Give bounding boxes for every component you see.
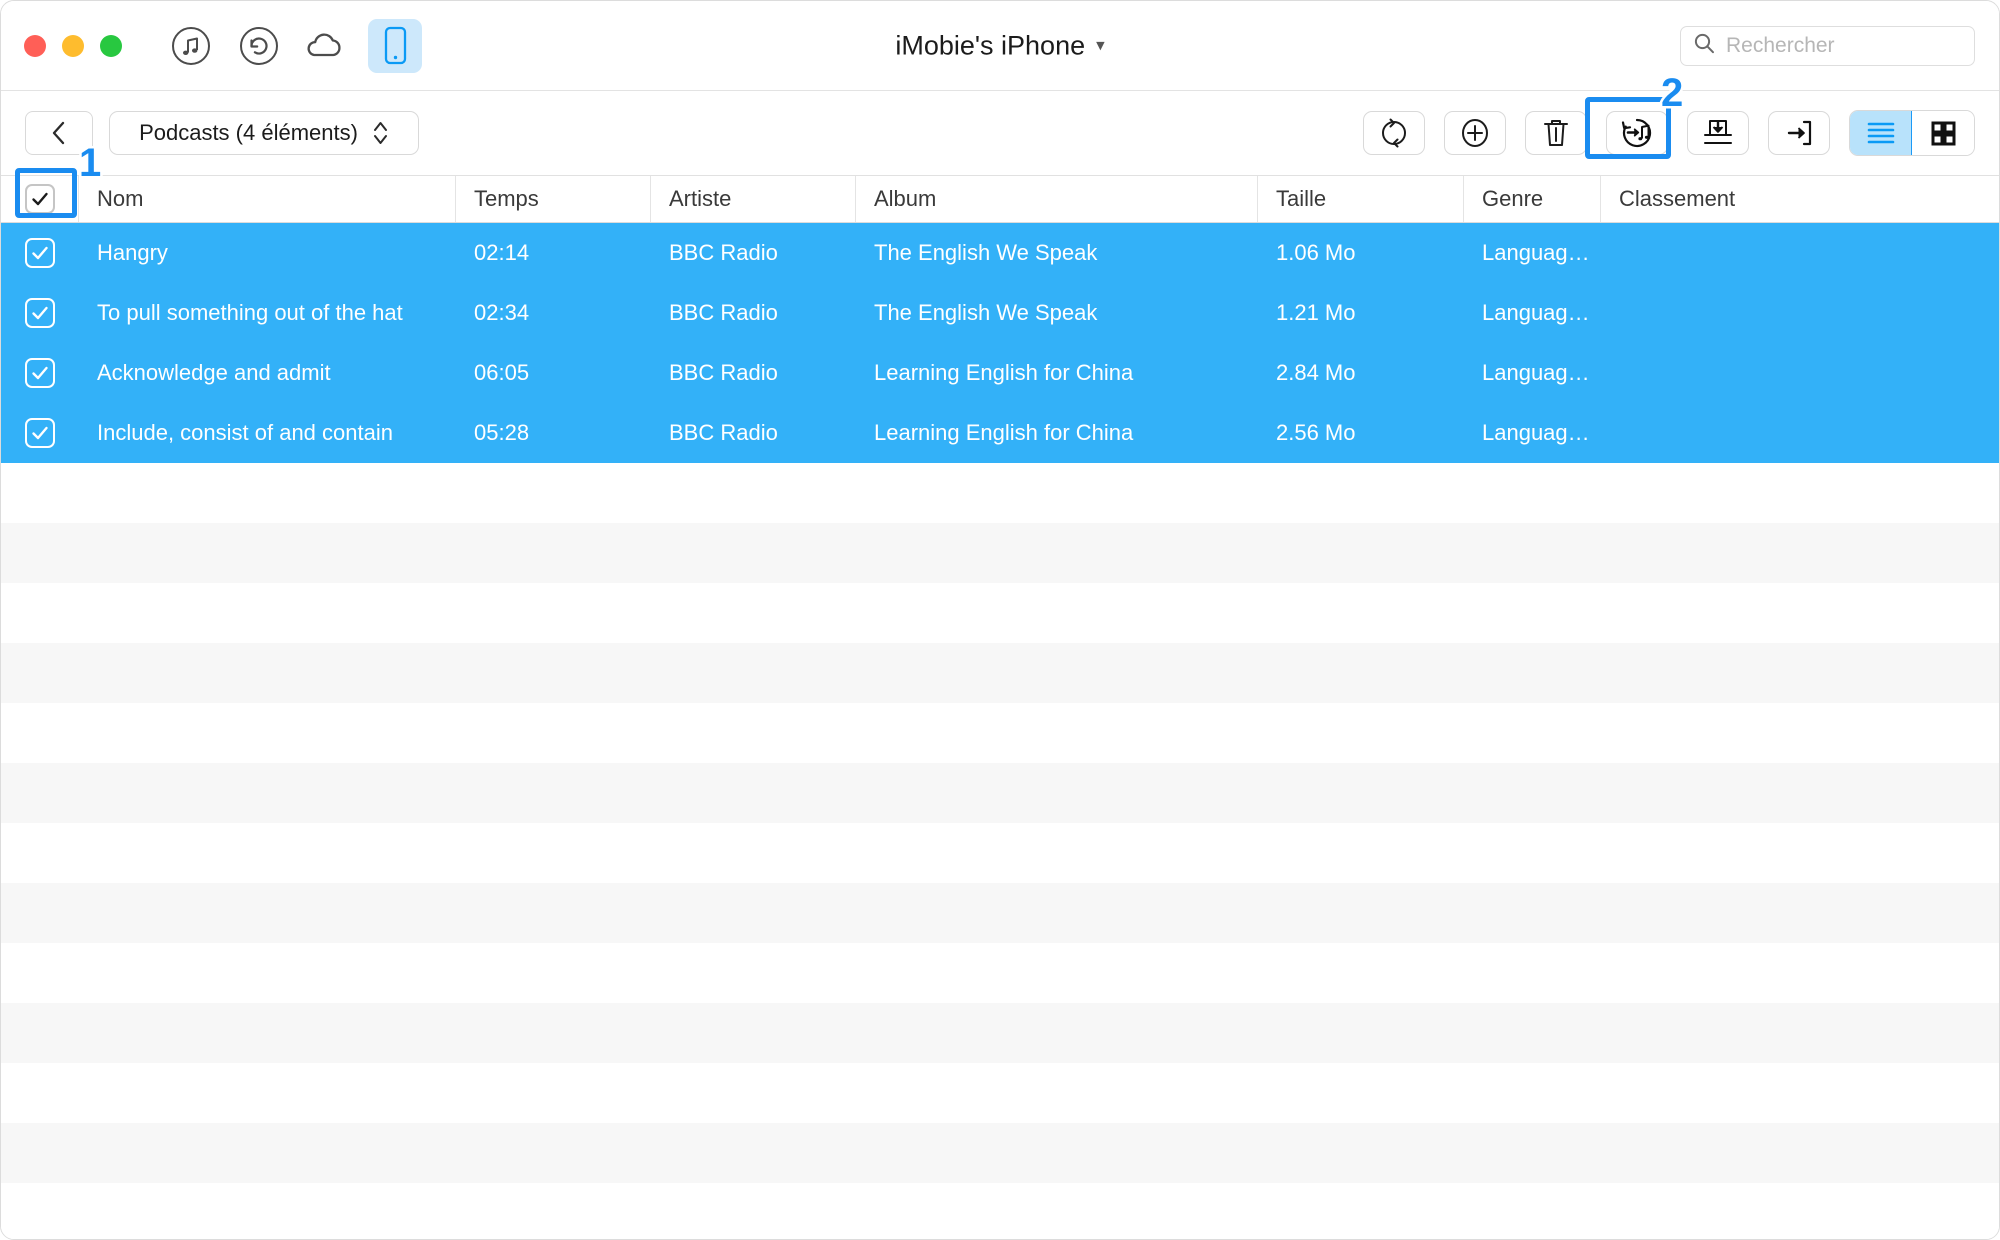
- cell-artiste: BBC Radio: [669, 360, 778, 385]
- minimize-window-button[interactable]: [62, 34, 84, 57]
- cell-temps: 05:28: [474, 420, 530, 445]
- table-header-row: Nom Temps Artiste Album Taille Genre Cla…: [1, 175, 1999, 223]
- empty-row: [1, 1063, 1999, 1123]
- table-row[interactable]: Acknowledge and admit 06:05 BBC Radio Learn…: [1, 343, 1999, 403]
- up-down-chevron-icon: [372, 118, 389, 148]
- cell-genre: Languag…: [1482, 360, 1590, 385]
- cell-artiste: BBC Radio: [669, 240, 778, 265]
- column-header-artiste[interactable]: Artiste: [651, 176, 856, 222]
- table-row[interactable]: Hangry 02:14 BBC Radio The English We Speak…: [1, 223, 1999, 283]
- cell-artiste: BBC Radio: [669, 420, 778, 445]
- row-checkbox[interactable]: [1, 343, 79, 403]
- music-icon[interactable]: [164, 19, 218, 73]
- search-icon: [1693, 32, 1716, 60]
- cell-classement: [1601, 403, 1999, 463]
- add-button[interactable]: [1444, 111, 1506, 155]
- row-checkbox[interactable]: [1, 403, 79, 463]
- traffic-light-controls: [24, 34, 122, 57]
- cell-nom: Acknowledge and admit: [97, 360, 331, 385]
- empty-row: [1, 643, 1999, 703]
- cell-album: Learning English for China: [874, 420, 1134, 445]
- column-header-genre[interactable]: Genre: [1464, 176, 1601, 222]
- empty-row: [1, 703, 1999, 763]
- action-toolbar: Podcasts (4 éléments): [1, 91, 1999, 175]
- cell-genre: Languag…: [1482, 240, 1590, 265]
- empty-row: [1, 1183, 1999, 1239]
- cell-genre: Languag…: [1482, 420, 1590, 445]
- cell-album: Learning English for China: [874, 360, 1134, 385]
- cell-album: The English We Speak: [874, 300, 1098, 325]
- to-device-button[interactable]: [1768, 111, 1830, 155]
- zoom-window-button[interactable]: [100, 34, 122, 57]
- empty-row: [1, 943, 1999, 1003]
- view-mode-toggle-group: [1849, 110, 1975, 156]
- search-field[interactable]: [1680, 25, 1975, 66]
- cell-album: The English We Speak: [874, 240, 1098, 265]
- empty-row: [1, 463, 1999, 523]
- empty-row: [1, 883, 1999, 943]
- empty-row: [1, 1123, 1999, 1183]
- cell-taille: 2.84 Mo: [1276, 360, 1356, 385]
- cell-classement: [1601, 343, 1999, 403]
- history-icon[interactable]: [232, 19, 286, 73]
- cell-nom: To pull something out of the hat: [97, 300, 403, 325]
- cell-classement: [1601, 283, 1999, 343]
- refresh-button[interactable]: [1363, 111, 1425, 155]
- empty-row: [1, 823, 1999, 883]
- toolbar-actions: [1363, 110, 1975, 156]
- category-dropdown[interactable]: Podcasts (4 éléments): [109, 111, 419, 155]
- to-mac-button[interactable]: [1687, 111, 1749, 155]
- cell-taille: 1.21 Mo: [1276, 300, 1356, 325]
- table-body: Hangry 02:14 BBC Radio The English We Speak…: [1, 223, 1999, 463]
- back-button[interactable]: [25, 111, 93, 155]
- close-window-button[interactable]: [24, 34, 46, 57]
- device-icon[interactable]: [368, 18, 422, 73]
- primary-nav-icons: [164, 18, 422, 73]
- select-all-checkbox[interactable]: [1, 176, 79, 222]
- empty-row: [1, 763, 1999, 823]
- search-input[interactable]: [1726, 33, 1962, 58]
- column-header-nom[interactable]: Nom: [79, 176, 456, 222]
- cell-classement: [1601, 223, 1999, 283]
- cell-genre: Languag…: [1482, 300, 1590, 325]
- to-itunes-button[interactable]: [1606, 111, 1668, 155]
- grid-view-toggle[interactable]: [1912, 111, 1974, 155]
- imobie-anytrans-window: iMobie's iPhone ▾ Podcasts (4 éléments): [0, 0, 2000, 1240]
- chevron-down-icon[interactable]: ▾: [1096, 36, 1105, 56]
- cell-temps: 02:34: [474, 300, 530, 325]
- table-row[interactable]: Include, consist of and contain 05:28 BBC …: [1, 403, 1999, 463]
- cell-nom: Include, consist of and contain: [97, 420, 393, 445]
- cloud-icon[interactable]: [300, 19, 354, 73]
- cell-nom: Hangry: [97, 240, 168, 265]
- cell-artiste: BBC Radio: [669, 300, 778, 325]
- empty-row: [1, 1003, 1999, 1063]
- column-header-classement[interactable]: Classement: [1601, 176, 1999, 222]
- empty-row: [1, 523, 1999, 583]
- column-header-temps[interactable]: Temps: [456, 176, 651, 222]
- row-checkbox[interactable]: [1, 283, 79, 343]
- table-row[interactable]: To pull something out of the hat 02:34 BBC…: [1, 283, 1999, 343]
- page-title: iMobie's iPhone: [895, 30, 1086, 60]
- column-header-taille[interactable]: Taille: [1258, 176, 1464, 222]
- row-checkbox[interactable]: [1, 223, 79, 283]
- category-label: Podcasts (4 éléments): [139, 120, 358, 145]
- cell-taille: 1.06 Mo: [1276, 240, 1356, 265]
- empty-row-area: [1, 463, 1999, 1239]
- column-header-album[interactable]: Album: [856, 176, 1258, 222]
- window-titlebar: iMobie's iPhone ▾: [1, 1, 1999, 91]
- empty-row: [1, 583, 1999, 643]
- cell-temps: 02:14: [474, 240, 530, 265]
- list-view-toggle[interactable]: [1850, 111, 1912, 155]
- cell-temps: 06:05: [474, 360, 530, 385]
- cell-taille: 2.56 Mo: [1276, 420, 1356, 445]
- delete-button[interactable]: [1525, 111, 1587, 155]
